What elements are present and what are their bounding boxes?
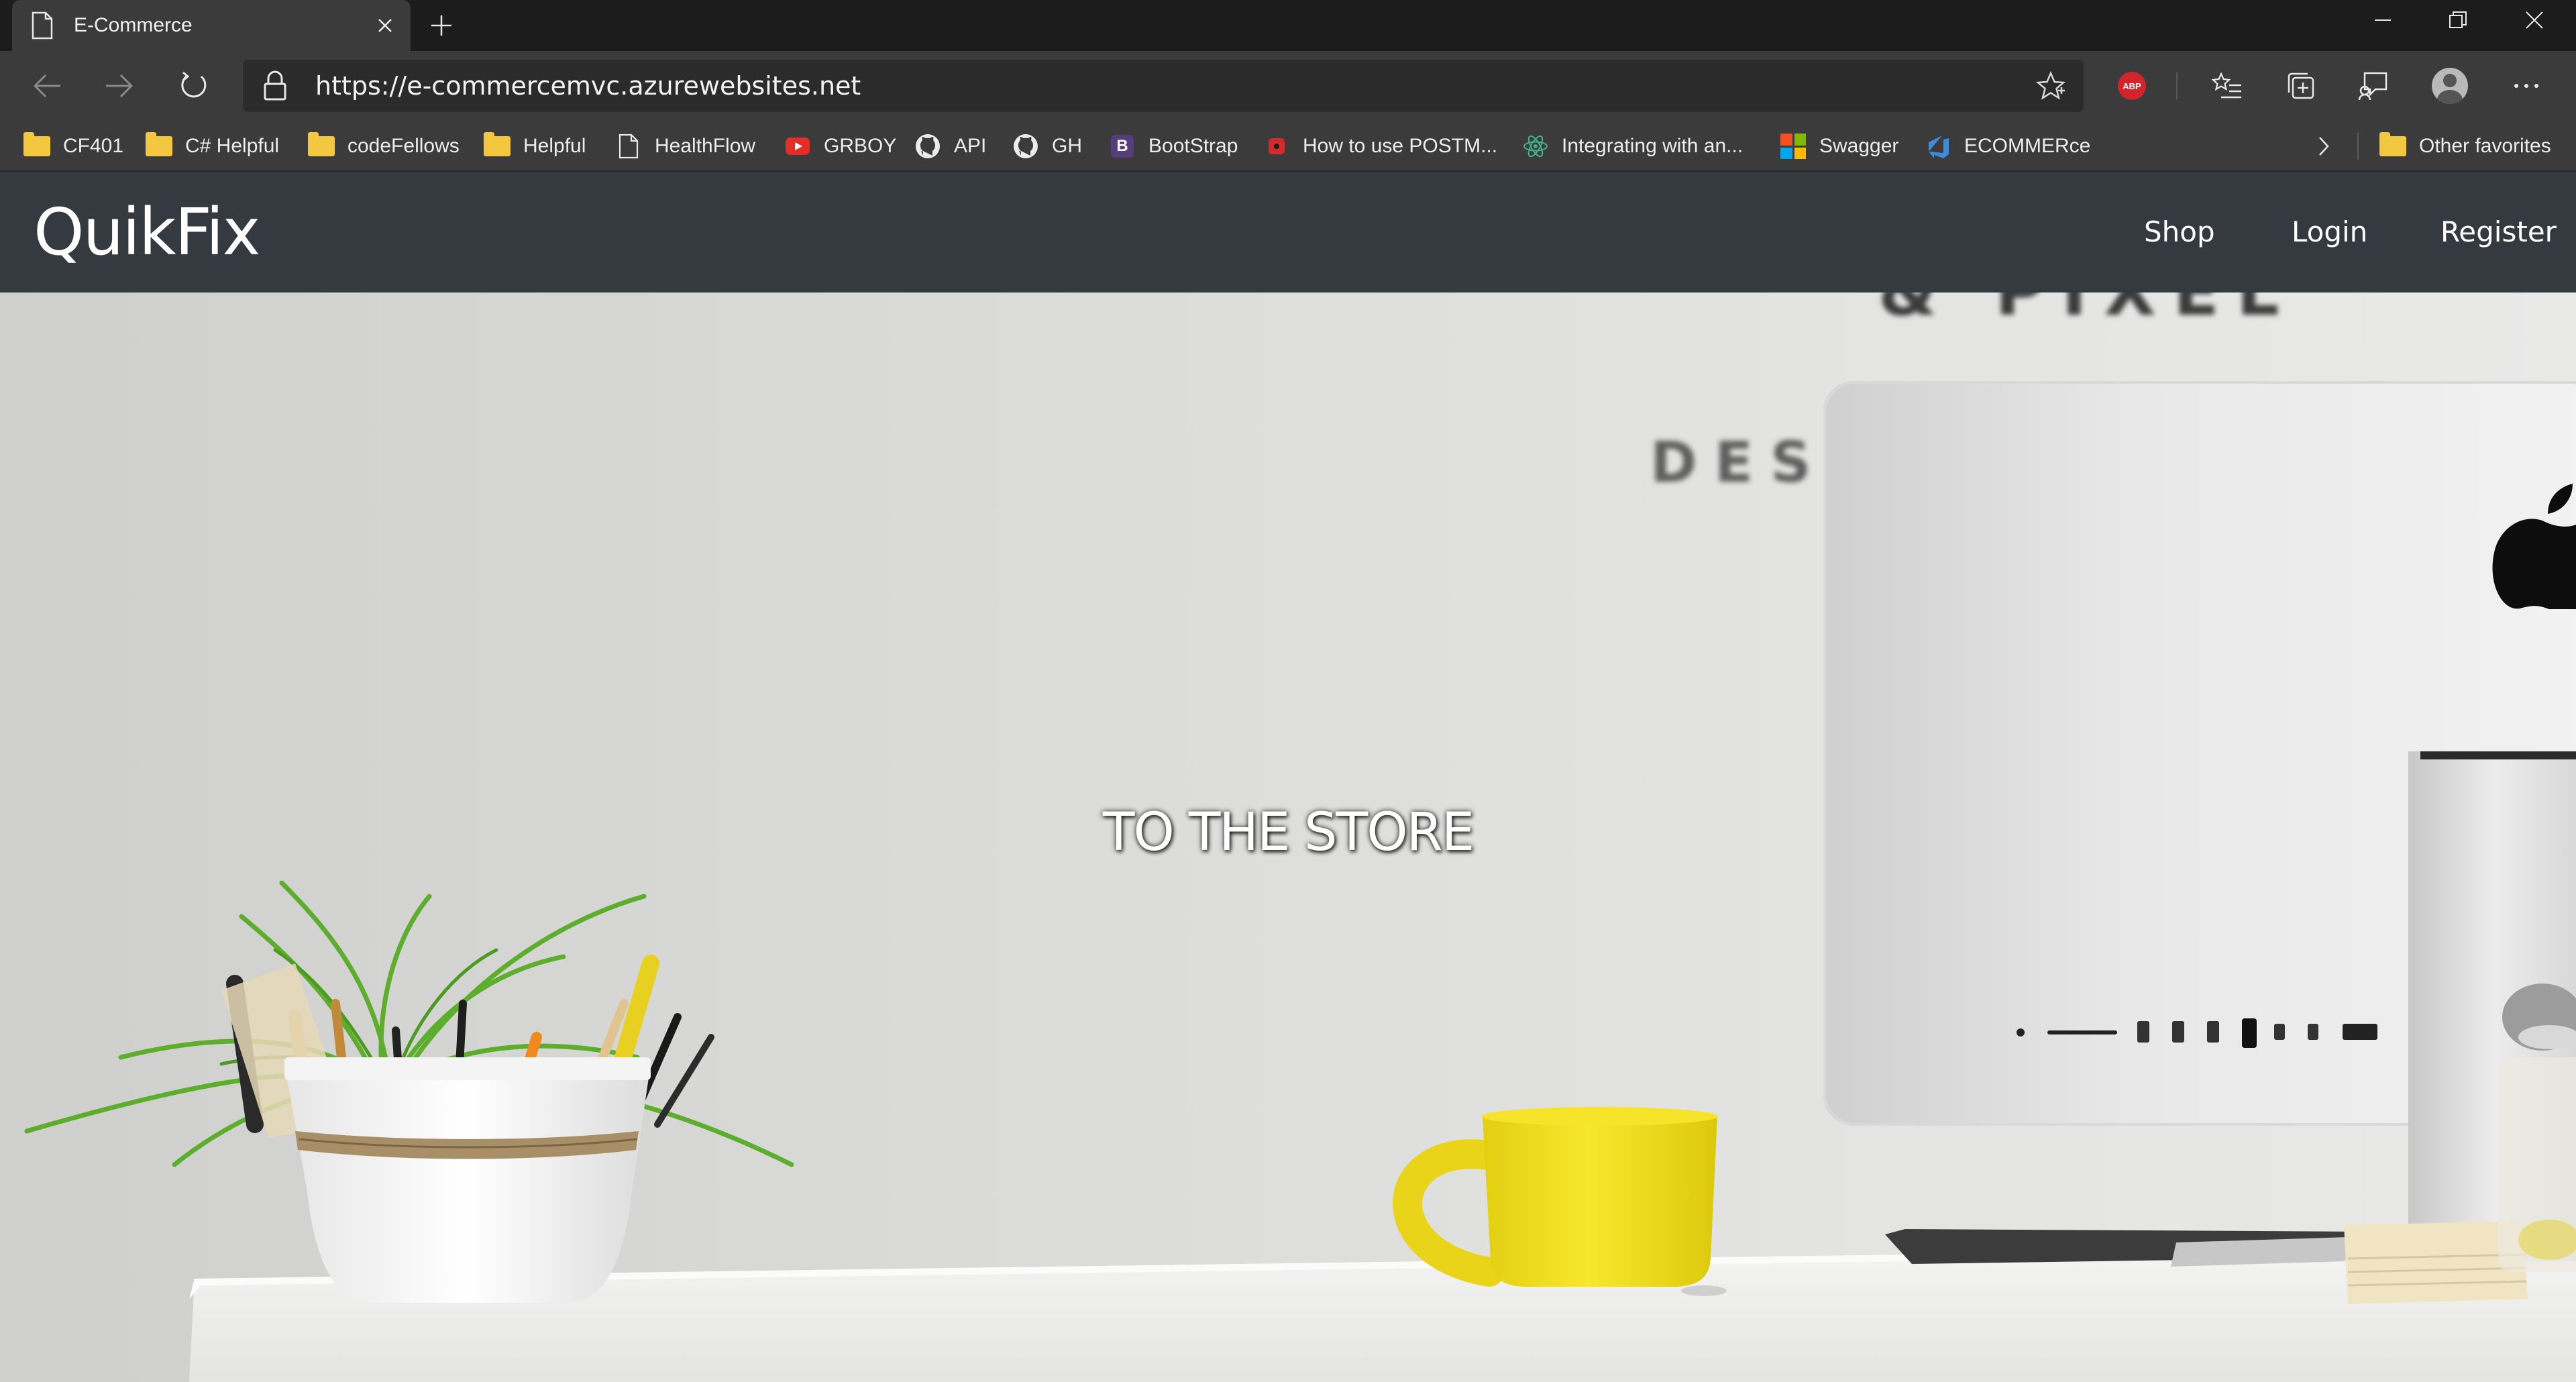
other-favorites[interactable]: Other favorites: [2379, 121, 2551, 172]
close-window-icon[interactable]: [2497, 0, 2572, 40]
favorite-label: C# Helpful: [185, 135, 280, 157]
favorite-star-icon[interactable]: [2035, 70, 2066, 101]
favorite-label: ECOMMERce: [1964, 135, 2091, 157]
favorite-codefellows[interactable]: codeFellows: [307, 121, 460, 172]
address-bar[interactable]: https://e-commercemvc.azurewebsites.net: [243, 60, 2084, 112]
favorite-api[interactable]: API: [914, 121, 986, 172]
favorites-list-icon[interactable]: [2202, 60, 2253, 111]
nav-link-shop[interactable]: Shop: [2144, 172, 2215, 293]
folder-icon: [483, 132, 511, 160]
microsoft-icon: [1779, 132, 1807, 160]
folder-icon: [2379, 132, 2407, 160]
favorite-label: codeFellows: [347, 135, 460, 157]
folder-icon: [23, 132, 51, 160]
favorite-csharp-helpful[interactable]: C# Helpful: [145, 121, 279, 172]
minimize-icon[interactable]: [2345, 0, 2420, 40]
favorite-healthflow[interactable]: HealthFlow: [614, 121, 755, 172]
feedback-icon[interactable]: [2348, 60, 2399, 111]
tab-title: E-Commerce: [74, 14, 193, 36]
favorite-gh[interactable]: GH: [1012, 121, 1082, 172]
favorite-label: Integrating with an...: [1562, 135, 1743, 157]
favorite-postman[interactable]: How to use POSTM...: [1263, 121, 1497, 172]
back-arrow-icon[interactable]: [21, 60, 72, 111]
url-text[interactable]: https://e-commercemvc.azurewebsites.net: [315, 60, 861, 112]
github-icon: [914, 132, 942, 160]
folder-icon: [145, 132, 173, 160]
favorite-ecommerce[interactable]: ECOMMERce: [1924, 121, 2090, 172]
page-icon: [32, 11, 53, 40]
nav-link-register[interactable]: Register: [2440, 172, 2557, 293]
page-icon: [614, 132, 643, 160]
favorite-swagger[interactable]: Swagger: [1779, 121, 1898, 172]
favorite-label: How to use POSTM...: [1303, 135, 1498, 157]
favorites-divider: [2357, 133, 2359, 160]
adblock-icon[interactable]: ABP: [2106, 60, 2157, 111]
favorite-label: BootStrap: [1148, 135, 1238, 157]
favorite-label: Swagger: [1819, 135, 1899, 157]
close-tab-icon[interactable]: [365, 5, 405, 46]
favorite-integrating[interactable]: Integrating with an...: [1521, 121, 1743, 172]
favorite-helpful[interactable]: Helpful: [483, 121, 586, 172]
browser-toolbar: https://e-commercemvc.azurewebsites.net …: [0, 51, 2576, 121]
lock-icon: [264, 70, 286, 101]
favorite-bootstrap[interactable]: B BootStrap: [1108, 121, 1238, 172]
brand-logo[interactable]: QuikFix: [34, 172, 260, 293]
toolbar-divider: [2176, 72, 2178, 99]
browser-tab-strip: E-Commerce: [0, 0, 2576, 51]
collections-icon[interactable]: [2275, 60, 2326, 111]
bootstrap-icon: B: [1108, 132, 1136, 160]
hero-banner: DES & PIXEL: [0, 293, 2576, 1382]
react-icon: [1521, 132, 1550, 160]
favorite-grboy[interactable]: GRBOY: [784, 121, 896, 172]
favorite-label: CF401: [63, 135, 124, 157]
favorite-cf401[interactable]: CF401: [23, 121, 123, 172]
favorites-bar: CF401 C# Helpful codeFellows Helpful Hea…: [0, 121, 2576, 172]
refresh-icon[interactable]: [168, 60, 219, 111]
forward-arrow-icon[interactable]: [94, 60, 145, 111]
new-tab-icon[interactable]: [421, 5, 462, 46]
youtube-icon: [784, 132, 812, 160]
other-favorites-label: Other favorites: [2419, 135, 2551, 157]
postman-icon: [1263, 132, 1291, 160]
favorite-label: API: [954, 135, 987, 157]
hero-heading[interactable]: TO THE STORE: [0, 802, 2576, 863]
favorite-label: GH: [1052, 135, 1082, 157]
favorites-overflow-chevron-icon[interactable]: [2316, 121, 2332, 172]
more-options-icon[interactable]: [2501, 60, 2552, 111]
favorite-label: HealthFlow: [655, 135, 756, 157]
folder-icon: [307, 132, 335, 160]
nav-link-login[interactable]: Login: [2292, 172, 2367, 293]
restore-icon[interactable]: [2420, 0, 2496, 40]
site-navbar: QuikFix Shop Login Register: [0, 172, 2576, 293]
browser-tab[interactable]: E-Commerce: [12, 0, 411, 51]
adblock-badge: ABP: [2118, 72, 2146, 100]
favorite-label: Helpful: [523, 135, 586, 157]
github-icon: [1012, 132, 1040, 160]
favorite-label: GRBOY: [824, 135, 897, 157]
profile-avatar-icon[interactable]: [2424, 60, 2475, 111]
azure-devops-icon: [1924, 132, 1952, 160]
